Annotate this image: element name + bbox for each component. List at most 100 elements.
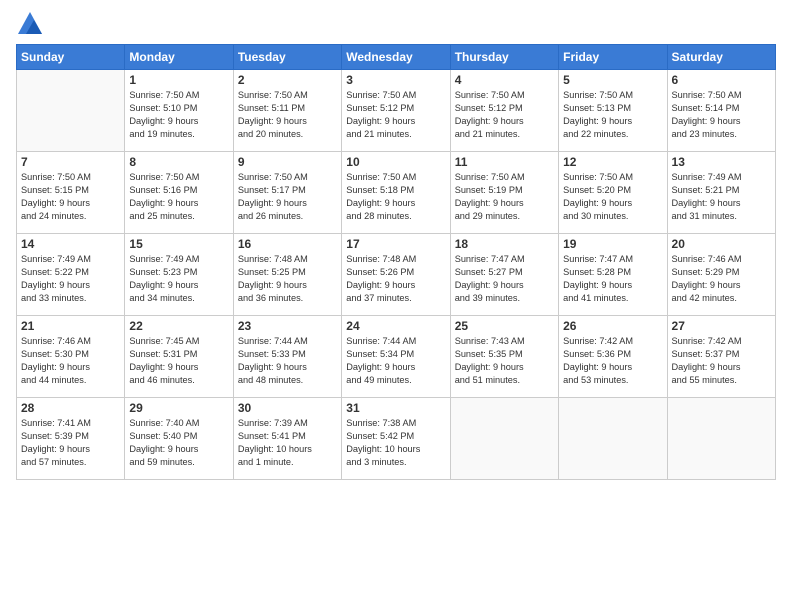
day-info: Sunrise: 7:39 AM Sunset: 5:41 PM Dayligh… (238, 417, 337, 469)
day-info: Sunrise: 7:50 AM Sunset: 5:12 PM Dayligh… (455, 89, 554, 141)
day-cell: 22Sunrise: 7:45 AM Sunset: 5:31 PM Dayli… (125, 316, 233, 398)
day-cell: 30 Sunrise: 7:39 AM Sunset: 5:41 PM Dayli… (233, 398, 341, 480)
day-cell: 11 Sunrise: 7:50 AM Sunset: 5:19 PM Dayli… (450, 152, 558, 234)
day-cell: 24 Sunrise: 7:44 AM Sunset: 5:34 PM Dayli… (342, 316, 450, 398)
day-info: Sunrise: 7:50 AM Sunset: 5:12 PM Dayligh… (346, 89, 445, 141)
day-cell: 28Sunrise: 7:41 AM Sunset: 5:39 PM Dayli… (17, 398, 125, 480)
day-info: Sunrise: 7:40 AM Sunset: 5:40 PM Dayligh… (129, 417, 228, 469)
day-number: 6 (672, 73, 771, 87)
day-info: Sunrise: 7:45 AM Sunset: 5:31 PM Dayligh… (129, 335, 228, 387)
day-info: Sunrise: 7:50 AM Sunset: 5:16 PM Dayligh… (129, 171, 228, 223)
day-number: 17 (346, 237, 445, 251)
day-info: Sunrise: 7:50 AM Sunset: 5:18 PM Dayligh… (346, 171, 445, 223)
day-cell: 1 Sunrise: 7:50 AM Sunset: 5:10 PM Daylig… (125, 70, 233, 152)
day-cell (667, 398, 775, 480)
day-cell (559, 398, 667, 480)
day-info: Sunrise: 7:50 AM Sunset: 5:10 PM Dayligh… (129, 89, 228, 141)
day-cell: 16 Sunrise: 7:48 AM Sunset: 5:25 PM Dayli… (233, 234, 341, 316)
header-cell-wednesday: Wednesday (342, 45, 450, 70)
day-info: Sunrise: 7:44 AM Sunset: 5:33 PM Dayligh… (238, 335, 337, 387)
day-number: 31 (346, 401, 445, 415)
day-number: 3 (346, 73, 445, 87)
day-info: Sunrise: 7:50 AM Sunset: 5:11 PM Dayligh… (238, 89, 337, 141)
day-cell: 25 Sunrise: 7:43 AM Sunset: 5:35 PM Dayli… (450, 316, 558, 398)
day-info: Sunrise: 7:44 AM Sunset: 5:34 PM Dayligh… (346, 335, 445, 387)
day-cell: 5 Sunrise: 7:50 AM Sunset: 5:13 PM Daylig… (559, 70, 667, 152)
header-cell-saturday: Saturday (667, 45, 775, 70)
header-cell-friday: Friday (559, 45, 667, 70)
day-info: Sunrise: 7:46 AM Sunset: 5:29 PM Dayligh… (672, 253, 771, 305)
day-cell: 10 Sunrise: 7:50 AM Sunset: 5:18 PM Dayli… (342, 152, 450, 234)
day-number: 25 (455, 319, 554, 333)
header-row: SundayMondayTuesdayWednesdayThursdayFrid… (17, 45, 776, 70)
day-cell (17, 70, 125, 152)
day-number: 9 (238, 155, 337, 169)
day-cell: 8 Sunrise: 7:50 AM Sunset: 5:16 PM Daylig… (125, 152, 233, 234)
header (16, 10, 776, 38)
day-number: 29 (129, 401, 228, 415)
day-number: 8 (129, 155, 228, 169)
day-number: 2 (238, 73, 337, 87)
day-number: 26 (563, 319, 662, 333)
day-cell: 29 Sunrise: 7:40 AM Sunset: 5:40 PM Dayli… (125, 398, 233, 480)
day-cell: 23 Sunrise: 7:44 AM Sunset: 5:33 PM Dayli… (233, 316, 341, 398)
day-number: 21 (21, 319, 120, 333)
day-info: Sunrise: 7:43 AM Sunset: 5:35 PM Dayligh… (455, 335, 554, 387)
day-number: 15 (129, 237, 228, 251)
day-number: 1 (129, 73, 228, 87)
day-cell: 13Sunrise: 7:49 AM Sunset: 5:21 PM Dayli… (667, 152, 775, 234)
day-number: 18 (455, 237, 554, 251)
day-cell: 14 Sunrise: 7:49 AM Sunset: 5:22 PM Dayli… (17, 234, 125, 316)
week-row-1: 1 Sunrise: 7:50 AM Sunset: 5:10 PM Daylig… (17, 70, 776, 152)
day-cell: 26 Sunrise: 7:42 AM Sunset: 5:36 PM Dayli… (559, 316, 667, 398)
day-info: Sunrise: 7:48 AM Sunset: 5:25 PM Dayligh… (238, 253, 337, 305)
week-row-3: 14 Sunrise: 7:49 AM Sunset: 5:22 PM Dayli… (17, 234, 776, 316)
day-info: Sunrise: 7:47 AM Sunset: 5:28 PM Dayligh… (563, 253, 662, 305)
week-row-4: 21 Sunrise: 7:46 AM Sunset: 5:30 PM Dayli… (17, 316, 776, 398)
day-cell: 31 Sunrise: 7:38 AM Sunset: 5:42 PM Dayli… (342, 398, 450, 480)
day-info: Sunrise: 7:49 AM Sunset: 5:22 PM Dayligh… (21, 253, 120, 305)
day-number: 11 (455, 155, 554, 169)
day-cell: 17 Sunrise: 7:48 AM Sunset: 5:26 PM Dayli… (342, 234, 450, 316)
day-info: Sunrise: 7:42 AM Sunset: 5:37 PM Dayligh… (672, 335, 771, 387)
day-info: Sunrise: 7:50 AM Sunset: 5:17 PM Dayligh… (238, 171, 337, 223)
day-number: 23 (238, 319, 337, 333)
day-info: Sunrise: 7:50 AM Sunset: 5:13 PM Dayligh… (563, 89, 662, 141)
day-info: Sunrise: 7:48 AM Sunset: 5:26 PM Dayligh… (346, 253, 445, 305)
day-cell: 2 Sunrise: 7:50 AM Sunset: 5:11 PM Daylig… (233, 70, 341, 152)
logo (16, 10, 48, 38)
day-number: 12 (563, 155, 662, 169)
day-cell: 7 Sunrise: 7:50 AM Sunset: 5:15 PM Daylig… (17, 152, 125, 234)
day-info: Sunrise: 7:49 AM Sunset: 5:23 PM Dayligh… (129, 253, 228, 305)
day-info: Sunrise: 7:42 AM Sunset: 5:36 PM Dayligh… (563, 335, 662, 387)
day-number: 14 (21, 237, 120, 251)
day-number: 10 (346, 155, 445, 169)
day-number: 7 (21, 155, 120, 169)
week-row-5: 28Sunrise: 7:41 AM Sunset: 5:39 PM Dayli… (17, 398, 776, 480)
calendar-table: SundayMondayTuesdayWednesdayThursdayFrid… (16, 44, 776, 480)
day-cell: 15 Sunrise: 7:49 AM Sunset: 5:23 PM Dayli… (125, 234, 233, 316)
day-cell: 20Sunrise: 7:46 AM Sunset: 5:29 PM Dayli… (667, 234, 775, 316)
day-number: 19 (563, 237, 662, 251)
logo-icon (16, 10, 44, 38)
day-number: 30 (238, 401, 337, 415)
day-info: Sunrise: 7:38 AM Sunset: 5:42 PM Dayligh… (346, 417, 445, 469)
day-info: Sunrise: 7:50 AM Sunset: 5:15 PM Dayligh… (21, 171, 120, 223)
day-number: 24 (346, 319, 445, 333)
day-cell: 12Sunrise: 7:50 AM Sunset: 5:20 PM Dayli… (559, 152, 667, 234)
day-info: Sunrise: 7:49 AM Sunset: 5:21 PM Dayligh… (672, 171, 771, 223)
day-number: 4 (455, 73, 554, 87)
day-cell: 21 Sunrise: 7:46 AM Sunset: 5:30 PM Dayli… (17, 316, 125, 398)
day-cell: 18Sunrise: 7:47 AM Sunset: 5:27 PM Dayli… (450, 234, 558, 316)
header-cell-tuesday: Tuesday (233, 45, 341, 70)
day-cell: 4 Sunrise: 7:50 AM Sunset: 5:12 PM Daylig… (450, 70, 558, 152)
day-info: Sunrise: 7:46 AM Sunset: 5:30 PM Dayligh… (21, 335, 120, 387)
day-cell: 3 Sunrise: 7:50 AM Sunset: 5:12 PM Daylig… (342, 70, 450, 152)
day-info: Sunrise: 7:50 AM Sunset: 5:19 PM Dayligh… (455, 171, 554, 223)
day-number: 16 (238, 237, 337, 251)
day-cell: 6Sunrise: 7:50 AM Sunset: 5:14 PM Daylig… (667, 70, 775, 152)
day-cell (450, 398, 558, 480)
week-row-2: 7 Sunrise: 7:50 AM Sunset: 5:15 PM Daylig… (17, 152, 776, 234)
header-cell-monday: Monday (125, 45, 233, 70)
day-number: 5 (563, 73, 662, 87)
